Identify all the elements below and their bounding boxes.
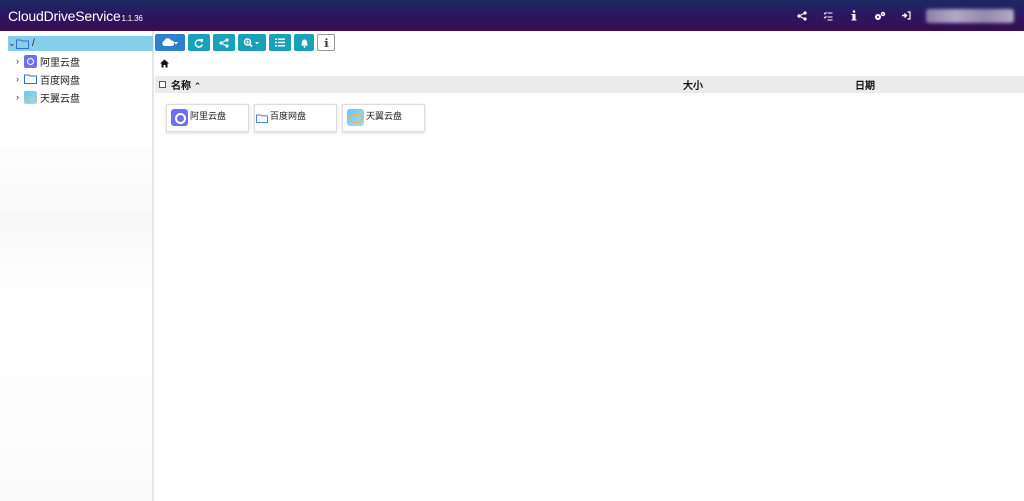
info-button[interactable] — [317, 34, 335, 51]
zoom-menu-icon — [243, 37, 259, 47]
cloud-icon — [162, 38, 178, 46]
sidebar-item-tianyi[interactable]: › 天翼云盘 — [16, 89, 80, 105]
column-name-label: 名称 — [171, 81, 191, 92]
navbar-actions — [796, 0, 1024, 31]
folder-icon — [16, 39, 29, 49]
column-header-name[interactable]: 名称 ⌃ — [171, 77, 201, 92]
list-view-button[interactable] — [269, 34, 291, 51]
cloud-menu-button[interactable] — [155, 34, 185, 51]
info-icon[interactable] — [848, 10, 860, 22]
top-navbar: CloudDriveService1.1.36 — [0, 0, 1024, 31]
tianyi-cloud-icon — [24, 90, 37, 104]
select-all-checkbox[interactable] — [159, 81, 166, 88]
file-card-label: 天翼云盘 — [366, 111, 403, 121]
sidebar-item-label: 百度网盘 — [40, 75, 80, 87]
list-view-icon — [275, 38, 285, 47]
breadcrumb — [160, 57, 169, 71]
chevron-right-icon[interactable]: › — [16, 56, 22, 66]
aliyun-drive-icon — [171, 109, 188, 126]
refresh-icon — [194, 38, 203, 48]
app-name: CloudDriveService — [8, 7, 121, 24]
folder-icon — [24, 74, 37, 84]
zoom-menu-button[interactable] — [238, 34, 266, 51]
folder-icon — [256, 114, 268, 123]
file-card-label: 百度网盘 — [270, 111, 307, 121]
refresh-button[interactable] — [188, 34, 210, 51]
share-icon[interactable] — [796, 10, 808, 22]
sidebar-item-baidu[interactable]: › 百度网盘 — [16, 71, 80, 87]
aliyun-drive-icon — [24, 54, 37, 68]
tianyi-cloud-icon — [347, 109, 364, 126]
task-list-icon[interactable] — [822, 10, 834, 22]
bell-icon — [300, 39, 308, 48]
logout-icon[interactable] — [900, 10, 912, 22]
info-icon — [324, 38, 328, 47]
sidebar-item-aliyun[interactable]: › 阿里云盘 — [16, 53, 80, 69]
file-card-baidu[interactable]: 百度网盘 — [254, 104, 337, 132]
file-card-aliyun[interactable]: 阿里云盘 — [166, 104, 249, 132]
notification-button[interactable] — [294, 34, 314, 51]
file-card-tianyi[interactable]: 天翼云盘 — [342, 104, 425, 132]
sidebar-item-label: 阿里云盘 — [40, 57, 80, 69]
sidebar-item-label: 天翼云盘 — [40, 93, 80, 105]
home-icon[interactable] — [160, 59, 169, 68]
column-header-size[interactable]: 大小 — [683, 77, 703, 92]
chevron-right-icon[interactable]: › — [16, 74, 22, 84]
share-icon — [219, 37, 229, 48]
sort-asc-icon: ⌃ — [193, 81, 202, 91]
chevron-right-icon[interactable]: › — [16, 92, 22, 102]
app-title[interactable]: CloudDriveService1.1.36 — [8, 8, 143, 24]
column-header-date[interactable]: 日期 — [855, 77, 875, 92]
app-version: 1.1.36 — [121, 13, 143, 23]
chevron-down-icon[interactable]: ⌄ — [8, 39, 16, 48]
file-table-header: 名称 ⌃ 大小 日期 — [155, 76, 1024, 93]
tree-root-item[interactable]: ⌄ / — [8, 36, 153, 51]
share-button[interactable] — [213, 34, 235, 51]
settings-icon[interactable] — [874, 10, 886, 22]
file-toolbar — [155, 34, 338, 51]
folder-tree-sidebar: ⌄ / › 阿里云盘 › 百度网盘 › 天翼云盘 — [0, 31, 154, 501]
tree-root-label: / — [32, 38, 35, 49]
file-card-label: 阿里云盘 — [190, 111, 227, 121]
user-account-menu[interactable] — [926, 8, 1014, 23]
